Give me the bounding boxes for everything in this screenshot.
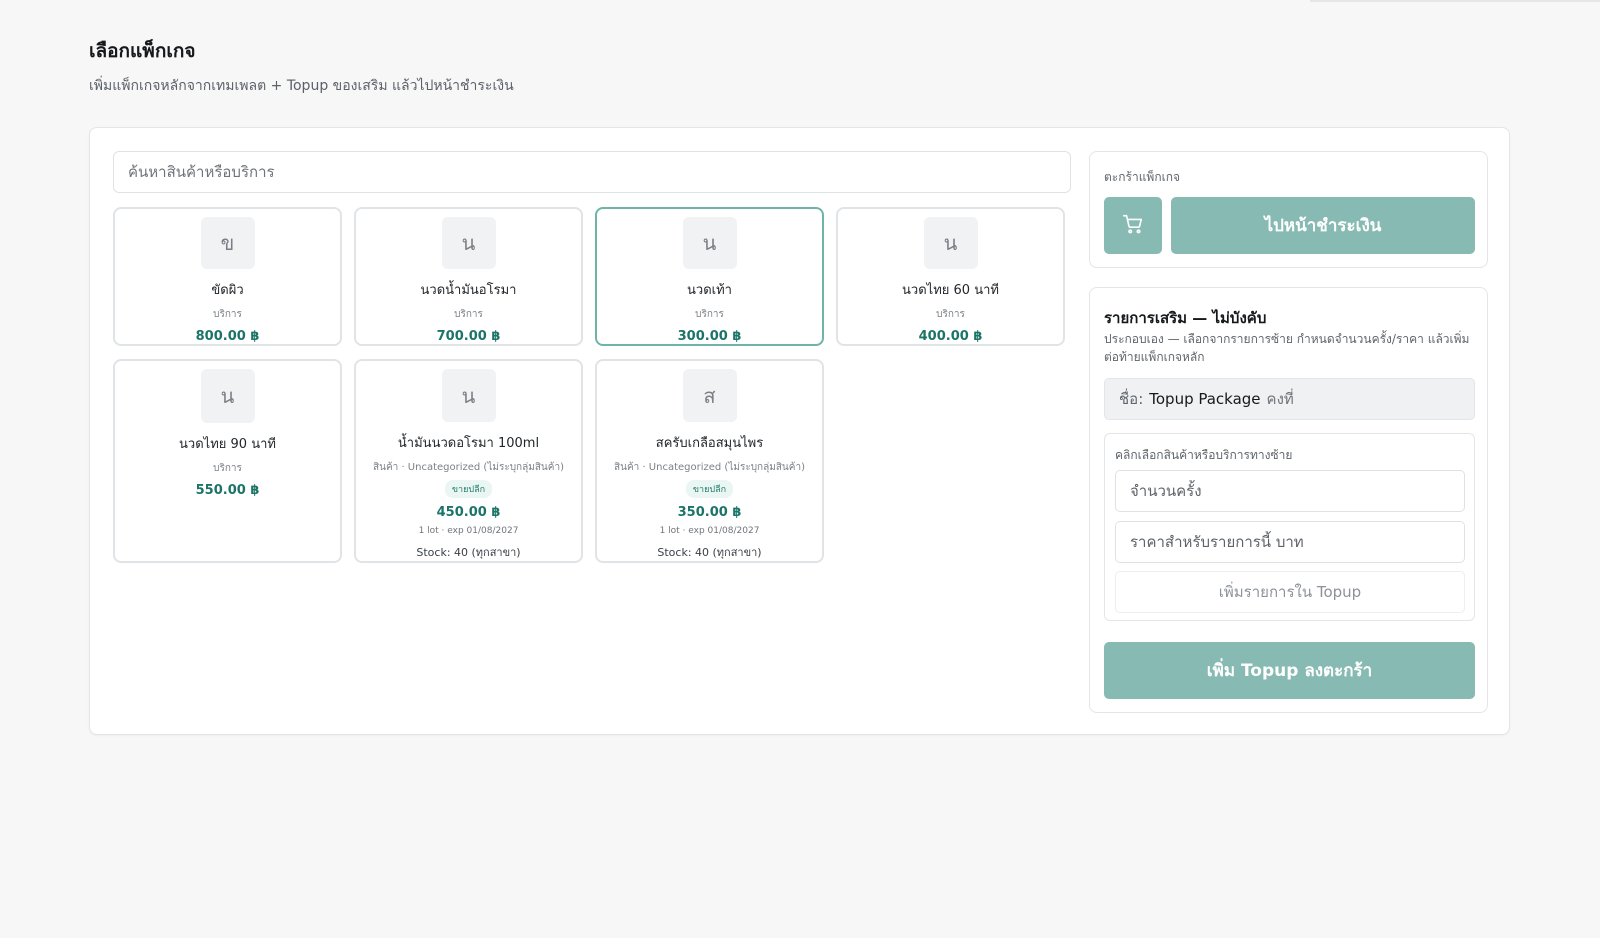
product-thumbnail: ส — [682, 369, 737, 422]
topup-item-hint: คลิกเลือกสินค้าหรือบริการทางซ้าย — [1115, 448, 1293, 462]
product-thumbnail: น — [441, 369, 496, 422]
product-type: บริการ — [936, 309, 965, 320]
add-topup-item-button[interactable]: เพิ่มรายการใน Topup — [1115, 571, 1465, 613]
product-type: บริการ — [454, 309, 483, 320]
product-thumbnail: น — [682, 217, 737, 269]
product-grid: ข ขัดผิว บริการ 800.00 ฿ น นวดน้ำมันอโรม… — [113, 207, 1065, 563]
item-price-input[interactable] — [1115, 521, 1465, 563]
product-name: นวดน้ำมันอโรมา — [420, 283, 517, 298]
side-panel: ตะกร้าแพ็กเกจ ไปหน้าชำระเงิน รายการเสริม… — [1089, 151, 1488, 713]
product-price: 400.00 ฿ — [918, 329, 983, 344]
product-price: 800.00 ฿ — [195, 329, 260, 344]
topup-name-field: ชื่อ: Topup Package คงที่ — [1104, 378, 1475, 420]
cart-box: ตะกร้าแพ็กเกจ ไปหน้าชำระเงิน — [1089, 151, 1488, 268]
product-type: บริการ — [695, 309, 724, 320]
product-stock: Stock: 40 (ทุกสาขา) — [416, 546, 521, 559]
page-subtitle: เพิ่มแพ็กเกจหลักจากเทมเพลต + Topup ของเส… — [89, 78, 514, 94]
product-lot: 1 lot · exp 01/08/2027 — [418, 526, 519, 536]
product-type: สินค้า · Uncategorized (ไม่ระบุกลุ่มสินค… — [373, 462, 564, 473]
product-type: สินค้า · Uncategorized (ไม่ระบุกลุ่มสินค… — [614, 462, 805, 473]
retail-badge: ขายปลีก — [444, 480, 493, 498]
product-name: นวดเท้า — [687, 283, 732, 298]
cart-button[interactable] — [1104, 197, 1162, 254]
add-topup-to-cart-button[interactable]: เพิ่ม Topup ลงตะกร้า — [1104, 642, 1475, 699]
top-divider — [1310, 0, 1600, 2]
product-card[interactable]: ข ขัดผิว บริการ 800.00 ฿ — [113, 207, 342, 346]
topup-title: รายการเสริม — ไม่บังคับ — [1104, 309, 1267, 327]
search-input[interactable] — [113, 151, 1071, 193]
product-price: 450.00 ฿ — [436, 505, 501, 520]
product-type: บริการ — [213, 309, 242, 320]
main-panel: ข ขัดผิว บริการ 800.00 ฿ น นวดน้ำมันอโรม… — [89, 127, 1510, 735]
topup-description: ประกอบเอง — เลือกจากรายการซ้าย กำหนดจำนว… — [1104, 332, 1470, 364]
product-thumbnail: น — [923, 217, 978, 269]
product-stock: Stock: 40 (ทุกสาขา) — [657, 546, 762, 559]
product-name: ขัดผิว — [211, 283, 244, 298]
product-lot: 1 lot · exp 01/08/2027 — [659, 526, 760, 536]
product-price: 550.00 ฿ — [195, 483, 260, 498]
product-card[interactable]: น นวดน้ำมันอโรมา บริการ 700.00 ฿ — [354, 207, 583, 346]
shopping-cart-icon — [1122, 213, 1144, 238]
retail-badge: ขายปลีก — [685, 480, 734, 498]
topup-item-box: คลิกเลือกสินค้าหรือบริการทางซ้าย เพิ่มรา… — [1104, 433, 1475, 621]
product-price: 300.00 ฿ — [677, 329, 742, 344]
topup-box: รายการเสริม — ไม่บังคับ ประกอบเอง — เลือ… — [1089, 287, 1488, 713]
product-thumbnail: น — [200, 369, 255, 423]
product-card[interactable]: น นวดไทย 90 นาที บริการ 550.00 ฿ — [113, 359, 342, 563]
checkout-button[interactable]: ไปหน้าชำระเงิน — [1171, 197, 1475, 254]
topup-name-prefix: ชื่อ: — [1119, 390, 1144, 408]
product-name: นวดไทย 90 นาที — [179, 437, 276, 452]
product-thumbnail: ข — [200, 217, 255, 269]
page-title: เลือกแพ็กเกจ — [89, 40, 196, 62]
topup-name-suffix: คงที่ — [1266, 390, 1294, 408]
product-card[interactable]: น น้ำมันนวดอโรมา 100ml สินค้า · Uncatego… — [354, 359, 583, 563]
page-header: เลือกแพ็กเกจ เพิ่มแพ็กเกจหลักจากเทมเพลต … — [89, 36, 514, 97]
product-name: นวดไทย 60 นาที — [902, 283, 999, 298]
product-name: น้ำมันนวดอโรมา 100ml — [397, 436, 540, 451]
product-price: 700.00 ฿ — [436, 329, 501, 344]
product-card[interactable]: ส สครับเกลือสมุนไพร สินค้า · Uncategoriz… — [595, 359, 824, 563]
product-type: บริการ — [213, 463, 242, 474]
product-card-selected[interactable]: น นวดเท้า บริการ 300.00 ฿ — [595, 207, 824, 346]
product-thumbnail: น — [441, 217, 496, 269]
topup-name-value: Topup Package — [1149, 390, 1261, 408]
cart-label: ตะกร้าแพ็กเกจ — [1104, 170, 1180, 184]
product-card[interactable]: น นวดไทย 60 นาที บริการ 400.00 ฿ — [836, 207, 1065, 346]
product-price: 350.00 ฿ — [677, 505, 742, 520]
quantity-input[interactable] — [1115, 470, 1465, 512]
product-name: สครับเกลือสมุนไพร — [655, 436, 764, 451]
